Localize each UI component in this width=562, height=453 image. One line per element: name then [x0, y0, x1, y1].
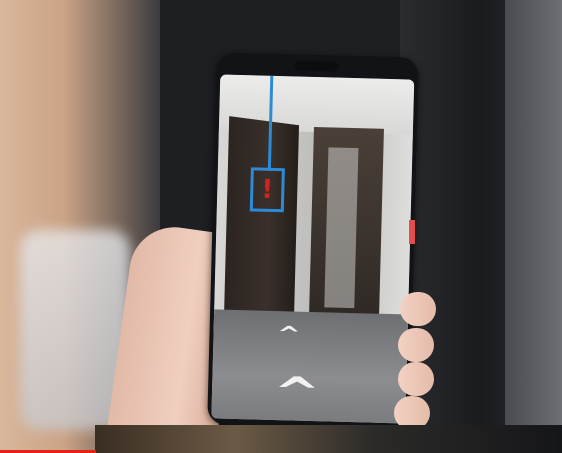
doorway-light	[324, 147, 359, 309]
ar-chevron-large: ^	[272, 369, 321, 417]
photo-scene: ! ^ ^	[0, 0, 562, 453]
smartphone: ! ^ ^	[207, 52, 419, 430]
ar-alert-marker: !	[249, 167, 285, 213]
bottom-video-strip	[95, 425, 562, 453]
phone-notch	[294, 60, 339, 72]
ar-camera-view: ! ^ ^	[211, 74, 415, 424]
finger-3	[398, 362, 434, 396]
phone-side-accent	[409, 220, 415, 244]
finger-1	[400, 292, 436, 326]
exclamation-icon: !	[260, 174, 274, 205]
ar-chevron-small: ^	[276, 321, 302, 346]
background-right-panel	[505, 0, 562, 453]
finger-2	[398, 328, 434, 362]
